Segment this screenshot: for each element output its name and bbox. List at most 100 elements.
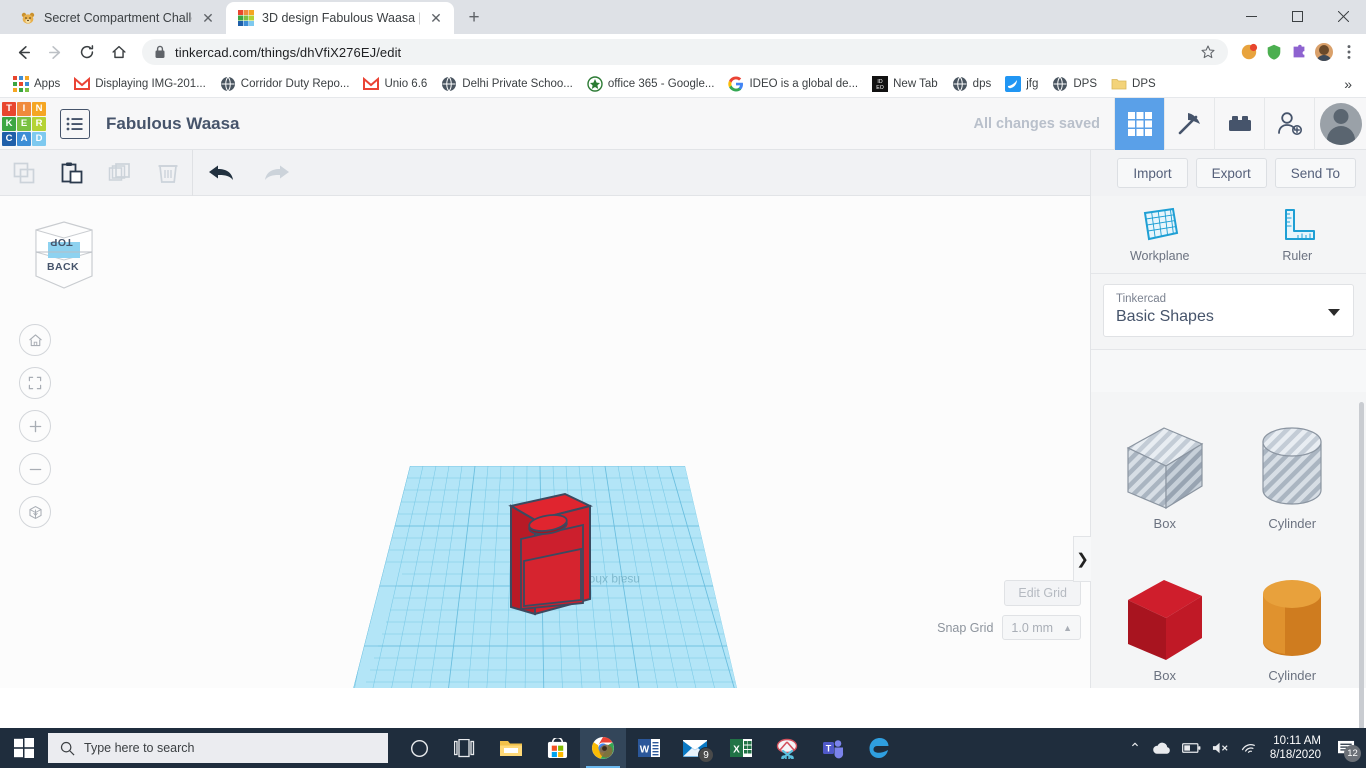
zoom-in-button[interactable]	[19, 410, 51, 442]
bookmark-item[interactable]: Delhi Private Schoo...	[434, 73, 580, 95]
undo-button[interactable]	[193, 150, 249, 196]
school-crest-icon	[587, 75, 603, 92]
home-icon	[112, 45, 126, 59]
maximize-button[interactable]	[1274, 0, 1320, 32]
start-button[interactable]	[0, 728, 48, 768]
shape-item-hole-box[interactable]: Box	[1101, 400, 1229, 552]
cortana-button[interactable]	[396, 728, 442, 768]
bookmark-item[interactable]: Displaying IMG-201...	[67, 73, 213, 95]
bookmark-apps[interactable]: Apps	[6, 73, 67, 95]
edge-button[interactable]	[856, 728, 902, 768]
shape-item-hole-cylinder[interactable]: Cylinder	[1229, 400, 1357, 552]
bookmark-item[interactable]: dps	[945, 73, 999, 95]
bookmark-star-button[interactable]	[1200, 44, 1216, 60]
task-view-button[interactable]	[442, 728, 488, 768]
ruler-tool[interactable]: Ruler	[1229, 196, 1366, 273]
onedrive-icon[interactable]	[1152, 742, 1171, 755]
notification-center-button[interactable]: 12	[1332, 733, 1361, 763]
volume-muted-icon[interactable]	[1212, 741, 1230, 755]
shapes-list[interactable]: Box Cylinder Box Cylinder	[1091, 392, 1366, 688]
bookmark-item[interactable]: Unio 6.6	[356, 73, 434, 95]
bookmark-item[interactable]: Corridor Duty Repo...	[213, 73, 357, 95]
bookmark-label: jfg	[1026, 77, 1039, 90]
bird-icon	[1005, 75, 1022, 92]
minimize-button[interactable]	[1228, 0, 1274, 32]
bookmark-item[interactable]: DPS	[1045, 73, 1104, 95]
copy-button[interactable]	[0, 150, 48, 196]
bookmark-item[interactable]: jfg	[998, 73, 1045, 95]
clock[interactable]: 10:11 AM 8/18/2020	[1270, 734, 1321, 763]
new-tab-button[interactable]: +	[460, 4, 488, 32]
view-cube[interactable]: TOP BACK	[28, 214, 100, 294]
tab-close-icon[interactable]: ✕	[200, 10, 216, 26]
browser-tab-1[interactable]: Secret Compartment Challenge - ✕	[8, 2, 226, 34]
import-button[interactable]: Import	[1117, 158, 1188, 188]
shape-item-solid-cylinder[interactable]: Cylinder	[1229, 552, 1357, 688]
edit-grid-button[interactable]: Edit Grid	[1004, 580, 1081, 606]
word-button[interactable]: W	[626, 728, 672, 768]
shield-icon[interactable]	[1265, 43, 1283, 61]
excel-button[interactable]: X	[718, 728, 764, 768]
send-to-button[interactable]: Send To	[1274, 158, 1356, 188]
browser-tab-2[interactable]: 3D design Fabulous Waasa | Tink ✕	[226, 2, 454, 34]
close-window-button[interactable]	[1320, 0, 1366, 32]
edge-icon	[869, 738, 889, 758]
forward-button[interactable]	[40, 37, 70, 67]
redo-button[interactable]	[249, 150, 305, 196]
project-menu-button[interactable]	[60, 108, 90, 139]
shape-item-solid-box[interactable]: Box	[1101, 552, 1229, 688]
user-avatar-button[interactable]	[1314, 97, 1366, 150]
tab-close-icon[interactable]: ✕	[428, 10, 444, 26]
tinkercad-logo[interactable]: T I N K E R C A D	[2, 101, 46, 146]
reload-button[interactable]	[72, 37, 102, 67]
duplicate-button[interactable]	[96, 150, 144, 196]
wifi-glyph	[1241, 744, 1255, 754]
file-explorer-button[interactable]	[488, 728, 534, 768]
bookmark-item[interactable]: ID EO New Tab	[865, 73, 945, 95]
search-input[interactable]: Type here to search	[48, 733, 388, 763]
chrome-button[interactable]	[580, 728, 626, 768]
back-button[interactable]	[8, 37, 38, 67]
new-tab-plus-icon: +	[468, 7, 480, 28]
shape-library-selector[interactable]: Tinkercad Basic Shapes	[1103, 284, 1354, 337]
mail-button[interactable]: 9	[672, 728, 718, 768]
panel-scrollbar[interactable]	[1359, 402, 1364, 732]
bookmark-item[interactable]: office 365 - Google...	[580, 73, 722, 95]
bookmark-folder-dps[interactable]: DPS	[1104, 73, 1163, 95]
logo-tile-a: A	[17, 131, 31, 146]
panel-collapse-button[interactable]: ❯	[1073, 536, 1091, 582]
battery-icon[interactable]	[1181, 742, 1201, 754]
teams-button[interactable]: T	[810, 728, 856, 768]
address-bar[interactable]: tinkercad.com/things/dhVfiX276EJ/edit	[142, 39, 1228, 65]
home-button[interactable]	[104, 37, 134, 67]
paste-button[interactable]	[48, 150, 96, 196]
profile-icon[interactable]	[1315, 43, 1333, 61]
wifi-icon[interactable]	[1241, 741, 1259, 755]
blocks-button[interactable]	[1214, 97, 1264, 150]
microsoft-store-button[interactable]	[534, 728, 580, 768]
tinkercad-icon	[238, 10, 254, 26]
extension-badge-icon[interactable]	[1240, 43, 1258, 61]
bookmark-label: Apps	[34, 77, 61, 90]
tray-expand-button[interactable]: ⌃	[1129, 740, 1141, 757]
zoom-out-button[interactable]	[19, 453, 51, 485]
chrome-menu-icon[interactable]	[1340, 43, 1358, 61]
bookmark-item[interactable]: IDEO is a global de...	[721, 73, 865, 95]
star-icon	[1201, 45, 1215, 59]
snap-grid-value: 1.0 mm	[1011, 620, 1054, 635]
puzzle-icon[interactable]	[1290, 43, 1308, 61]
grid-view-button[interactable]	[1114, 97, 1164, 150]
snip-sketch-button[interactable]	[764, 728, 810, 768]
3d-workspace-canvas[interactable]: nsalq xhoW TOP BACK Edit Grid Snap Grid …	[0, 196, 1090, 688]
codeblocks-button[interactable]	[1164, 97, 1214, 150]
export-button[interactable]: Export	[1195, 158, 1267, 188]
perspective-toggle-button[interactable]	[19, 496, 51, 528]
page-title[interactable]: Fabulous Waasa	[106, 114, 240, 134]
workplane-tool[interactable]: Workplane	[1091, 196, 1229, 273]
delete-button[interactable]	[144, 150, 192, 196]
home-view-button[interactable]	[19, 324, 51, 356]
bookmarks-overflow-button[interactable]: »	[1336, 76, 1360, 92]
invite-button[interactable]	[1264, 97, 1314, 150]
fit-to-view-button[interactable]	[19, 367, 51, 399]
snap-grid-select[interactable]: 1.0 mm ▲	[1002, 615, 1081, 640]
